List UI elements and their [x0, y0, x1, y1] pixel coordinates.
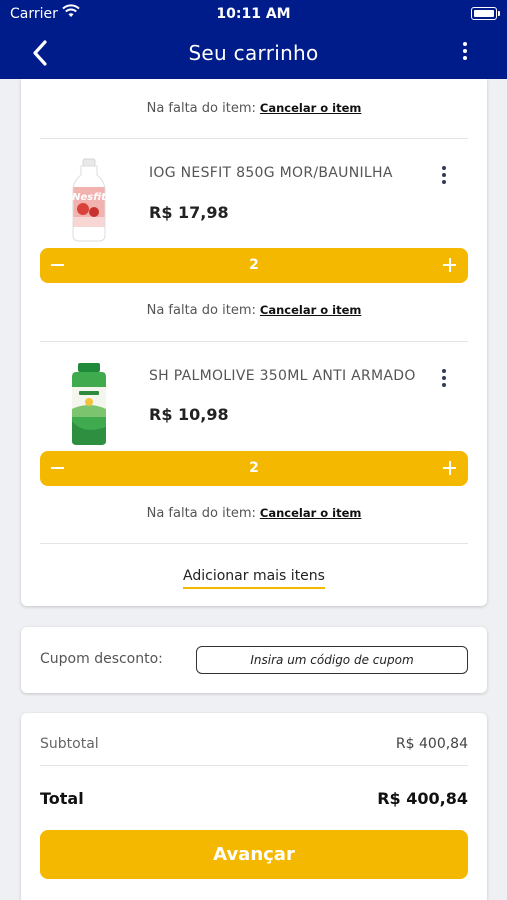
cart-items-card: Na falta do item: Cancelar o item Nesfit … [21, 79, 487, 606]
divider [40, 341, 468, 342]
missing-item-option: Na falta do item: Cancelar o item [21, 506, 487, 521]
increase-quantity-button[interactable] [432, 248, 468, 283]
increase-quantity-button[interactable] [432, 451, 468, 486]
product-name: IOG NESFIT 850G MOR/BAUNILHA [149, 165, 393, 181]
subtotal-value: R$ 400,84 [395, 736, 468, 752]
product-price: R$ 10,98 [149, 405, 229, 424]
cancel-item-link[interactable]: Cancelar o item [260, 303, 362, 317]
item-options-icon[interactable] [439, 166, 449, 186]
quantity-value: 2 [249, 257, 259, 273]
missing-item-label: Na falta do item: [146, 303, 256, 318]
quantity-stepper: 2 [40, 248, 468, 283]
battery-icon [471, 7, 500, 20]
product-name: SH PALMOLIVE 350ML ANTI ARMADO [149, 368, 416, 384]
product-image-palmolive-shampoo [72, 363, 106, 445]
missing-item-option: Na falta do item: Cancelar o item [21, 101, 487, 116]
coupon-card: Cupom desconto: [21, 627, 487, 693]
order-summary-card: Subtotal R$ 400,84 Total R$ 400,84 Avanç… [21, 713, 487, 900]
more-options-icon[interactable] [461, 42, 469, 64]
status-bar: Carrier 10:11 AM [0, 0, 507, 28]
divider [40, 765, 468, 766]
product-price: R$ 17,98 [149, 203, 229, 222]
coupon-label: Cupom desconto: [40, 651, 163, 667]
add-more-items-link[interactable]: Adicionar mais itens [183, 568, 325, 589]
product-image-nesfit-yogurt: Nesfit [72, 158, 107, 242]
coupon-input[interactable] [196, 646, 468, 674]
quantity-stepper: 2 [40, 451, 468, 486]
divider [40, 543, 468, 544]
missing-item-option: Na falta do item: Cancelar o item [21, 303, 487, 318]
total-value: R$ 400,84 [377, 789, 468, 808]
cancel-item-link[interactable]: Cancelar o item [260, 101, 362, 115]
nav-bar: Seu carrinho [0, 28, 507, 79]
total-label: Total [40, 789, 84, 808]
subtotal-label: Subtotal [40, 736, 99, 752]
advance-button[interactable]: Avançar [40, 830, 468, 879]
cancel-item-link[interactable]: Cancelar o item [260, 506, 362, 520]
page-title: Seu carrinho [188, 41, 319, 65]
item-options-icon[interactable] [439, 369, 449, 389]
divider [40, 138, 468, 139]
missing-item-label: Na falta do item: [146, 506, 256, 521]
missing-item-label: Na falta do item: [146, 101, 256, 116]
quantity-value: 2 [249, 460, 259, 476]
product-brand-text: Nesfit [72, 192, 107, 203]
clock: 10:11 AM [216, 6, 291, 22]
add-more-items: Adicionar mais itens [21, 565, 487, 589]
